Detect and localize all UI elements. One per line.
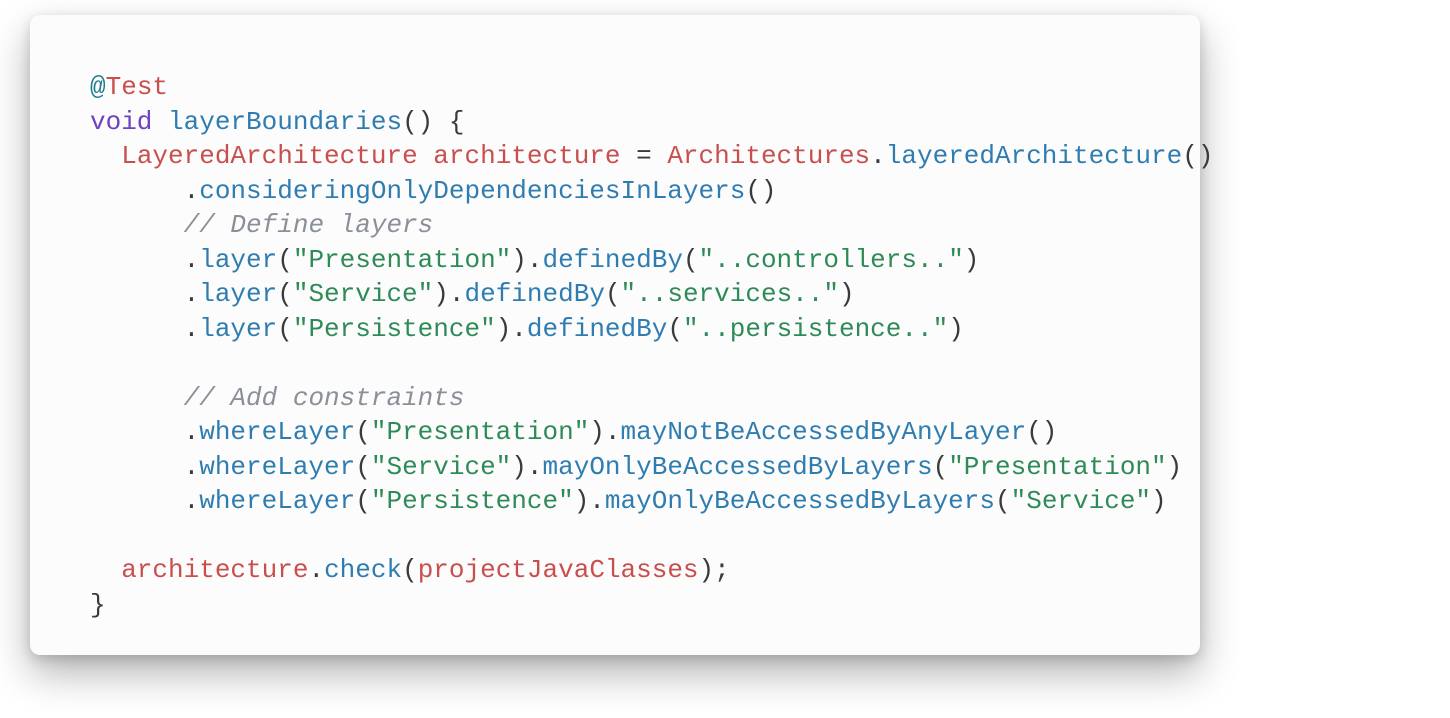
code-token-method: definedBy — [465, 279, 605, 309]
code-token-punc: . — [90, 176, 199, 206]
code-token-method: layer — [199, 279, 277, 309]
code-token-method: mayOnlyBeAccessedByLayers — [605, 486, 995, 516]
code-token-punc: ) — [1167, 452, 1183, 482]
code-token-punc: () { — [402, 107, 464, 137]
code-token-punc: () — [1026, 417, 1057, 447]
code-token-punc: ) — [948, 314, 964, 344]
code-token-annotation: Test — [106, 72, 168, 102]
code-block: @Test void layerBoundaries() { LayeredAr… — [90, 70, 1155, 622]
code-token-punc: ). — [589, 417, 620, 447]
code-token-punc: ( — [683, 245, 699, 275]
code-token-punc: ( — [355, 486, 371, 516]
code-token-punc: ( — [277, 314, 293, 344]
code-token-string: "..controllers.." — [699, 245, 964, 275]
code-token-var: architecture — [121, 555, 308, 585]
code-token-string: "..persistence.." — [683, 314, 948, 344]
code-token-string: "Service" — [293, 279, 433, 309]
code-token-punc: . — [870, 141, 886, 171]
code-token-punc: ); — [699, 555, 730, 585]
code-token-method: layer — [199, 314, 277, 344]
code-token-punc: ( — [933, 452, 949, 482]
code-token-punc: ). — [511, 452, 542, 482]
code-token-string: "..services.." — [621, 279, 839, 309]
code-token-punc: . — [90, 452, 199, 482]
code-token-punc: ( — [995, 486, 1011, 516]
code-token-punc: ). — [496, 314, 527, 344]
code-token-punc: . — [90, 279, 199, 309]
code-token-punc: ( — [667, 314, 683, 344]
code-token-keyword: void — [90, 107, 152, 137]
code-token-method: definedBy — [543, 245, 683, 275]
code-token-var: projectJavaClasses — [418, 555, 699, 585]
code-token-method: definedBy — [527, 314, 667, 344]
code-token-comment: // Add constraints — [184, 383, 465, 413]
code-token-method: whereLayer — [199, 486, 355, 516]
code-token-punc — [90, 383, 184, 413]
code-token-punc: ) — [1151, 486, 1167, 516]
code-token-string: "Persistence" — [293, 314, 496, 344]
code-token-string: "Persistence" — [371, 486, 574, 516]
code-token-punc: } — [90, 590, 106, 620]
code-token-punc: ( — [277, 279, 293, 309]
code-token-method: whereLayer — [199, 417, 355, 447]
code-token-string: "Presentation" — [371, 417, 589, 447]
code-token-method: mayOnlyBeAccessedByLayers — [543, 452, 933, 482]
code-token-punc: = — [621, 141, 668, 171]
code-card: @Test void layerBoundaries() { LayeredAr… — [30, 15, 1200, 655]
code-token-method: whereLayer — [199, 452, 355, 482]
code-token-punc — [90, 141, 121, 171]
code-token-punc: ) — [964, 245, 980, 275]
code-token-punc: ( — [402, 555, 418, 585]
code-token-string: "Presentation" — [293, 245, 511, 275]
code-token-punc: ( — [355, 417, 371, 447]
code-token-type: LayeredArchitecture — [121, 141, 417, 171]
code-token-punc: . — [90, 486, 199, 516]
code-token-punc — [90, 555, 121, 585]
code-token-punc: ( — [277, 245, 293, 275]
code-token-method: layer — [199, 245, 277, 275]
code-token-method-decl: layerBoundaries — [168, 107, 402, 137]
code-token-string: "Service" — [1011, 486, 1151, 516]
code-token-punc: ). — [433, 279, 464, 309]
code-token-comment: // Define layers — [184, 210, 434, 240]
code-token-punc: ( — [605, 279, 621, 309]
code-token-punc: ) — [839, 279, 855, 309]
code-token-punc — [90, 210, 184, 240]
code-token-string: "Service" — [371, 452, 511, 482]
code-token-punc: ). — [574, 486, 605, 516]
code-token-punc: . — [90, 314, 199, 344]
code-token-punc: ( — [355, 452, 371, 482]
code-token-method: check — [324, 555, 402, 585]
code-token-type: Architectures — [667, 141, 870, 171]
code-token-string: "Presentation" — [948, 452, 1166, 482]
code-token-annotation-at: @ — [90, 72, 106, 102]
code-token-punc — [418, 141, 434, 171]
code-token-method: consideringOnlyDependenciesInLayers — [199, 176, 745, 206]
code-token-method: mayNotBeAccessedByAnyLayer — [621, 417, 1027, 447]
code-token-punc: () — [745, 176, 776, 206]
code-token-var: architecture — [433, 141, 620, 171]
code-token-punc: . — [90, 245, 199, 275]
code-token-punc: () — [1182, 141, 1213, 171]
code-token-punc: ). — [511, 245, 542, 275]
code-token-punc: . — [90, 417, 199, 447]
code-token-punc: . — [308, 555, 324, 585]
code-token-method: layeredArchitecture — [886, 141, 1182, 171]
code-token-punc — [152, 107, 168, 137]
